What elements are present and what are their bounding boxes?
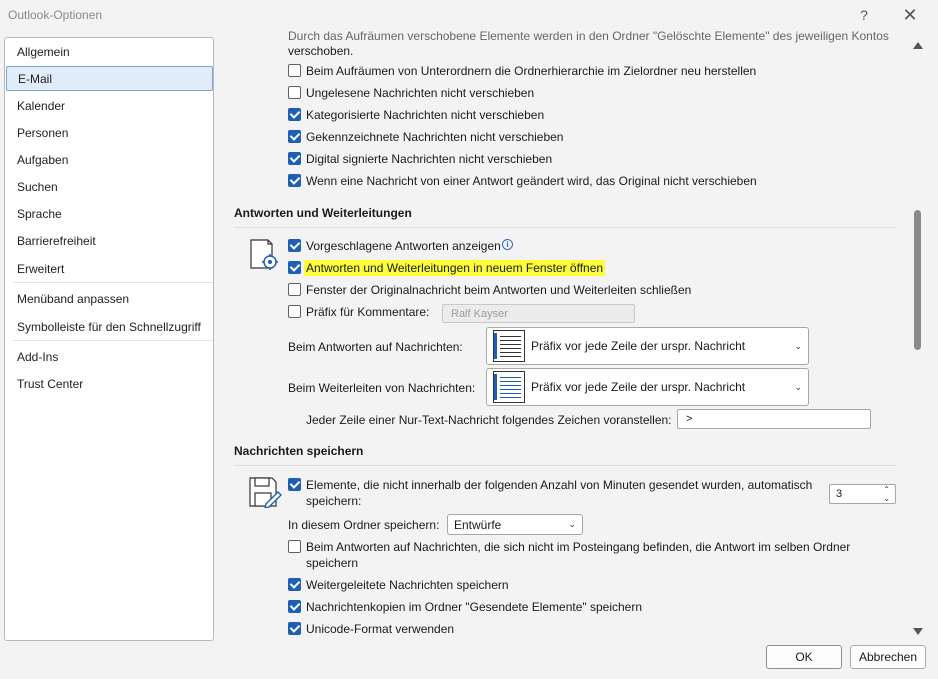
reply-settings-icon bbox=[250, 238, 280, 270]
section-divider bbox=[234, 465, 896, 466]
option-label: Elemente, die nicht innerhalb der folgen… bbox=[306, 478, 813, 492]
option-label: Unicode-Format verwenden bbox=[306, 622, 455, 636]
checkbox-suggested-replies[interactable] bbox=[288, 239, 301, 252]
checkbox-close-original[interactable] bbox=[288, 283, 301, 296]
option-label-cont: speichern: bbox=[306, 494, 362, 508]
option-label: Ungelesene Nachrichten nicht verschieben bbox=[306, 86, 535, 100]
checkbox-save-forwarded[interactable] bbox=[288, 578, 301, 591]
sidebar-item-schnellzugriff[interactable]: Symbolleiste für den Schnellzugriff bbox=[6, 314, 213, 339]
checkbox-autosave[interactable] bbox=[288, 478, 301, 491]
reply-format-label: Beim Antworten auf Nachrichten: bbox=[288, 340, 463, 354]
autosave-minutes-spinner[interactable]: 3 ⌃ ⌄ bbox=[829, 484, 896, 504]
scroll-down-icon[interactable] bbox=[913, 628, 923, 635]
document-format-icon bbox=[493, 330, 525, 362]
section-header-save: Nachrichten speichern bbox=[234, 444, 364, 458]
options-content: Durch das Aufräumen verschobene Elemente… bbox=[222, 30, 908, 642]
scroll-up-icon[interactable] bbox=[913, 42, 923, 49]
sidebar-item-trust-center[interactable]: Trust Center bbox=[6, 371, 213, 396]
option-label: Präfix für Kommentare: bbox=[306, 305, 430, 319]
cleanup-info-text-cont: verschoben. bbox=[288, 44, 354, 58]
category-sidebar: Allgemein E-Mail Kalender Personen Aufga… bbox=[4, 37, 214, 641]
checkbox-unicode[interactable] bbox=[288, 622, 301, 635]
title-bar: Outlook-Optionen ? ✕ bbox=[0, 0, 938, 30]
checkbox-categorized[interactable] bbox=[288, 108, 301, 121]
sidebar-item-suchen[interactable]: Suchen bbox=[6, 174, 213, 199]
option-label: Fenster der Originalnachricht beim Antwo… bbox=[306, 283, 692, 297]
save-folder-label: In diesem Ordner speichern: bbox=[288, 518, 440, 532]
scroll-thumb[interactable] bbox=[914, 210, 921, 350]
vertical-scrollbar[interactable] bbox=[910, 36, 926, 640]
save-folder-dropdown[interactable]: Entwürfe ⌄ bbox=[447, 514, 583, 535]
save-settings-icon bbox=[248, 476, 282, 509]
sidebar-item-aufgaben[interactable]: Aufgaben bbox=[6, 147, 213, 172]
cleanup-info-text: Durch das Aufräumen verschobene Elemente… bbox=[288, 30, 889, 43]
autosave-minutes-value: 3 bbox=[836, 488, 843, 500]
chevron-down-icon: ⌄ bbox=[568, 519, 576, 529]
sidebar-item-email[interactable]: E-Mail bbox=[6, 66, 213, 91]
close-button[interactable]: ✕ bbox=[898, 4, 922, 26]
sidebar-item-personen[interactable]: Personen bbox=[6, 120, 213, 145]
option-label: Vorgeschlagene Antworten anzeigen bbox=[306, 239, 501, 253]
sidebar-item-barrierefreiheit[interactable]: Barrierefreiheit bbox=[6, 228, 213, 253]
checkbox-signed[interactable] bbox=[288, 152, 301, 165]
chevron-down-icon: ⌄ bbox=[794, 340, 802, 351]
checkbox-flagged[interactable] bbox=[288, 130, 301, 143]
comment-prefix-input[interactable]: Ralf Kayser bbox=[442, 304, 635, 323]
window-title: Outlook-Optionen bbox=[8, 8, 103, 22]
sidebar-item-menueband[interactable]: Menüband anpassen bbox=[6, 286, 213, 311]
option-label: Nachrichtenkopien im Ordner "Gesendete E… bbox=[306, 600, 643, 614]
sidebar-divider bbox=[13, 340, 213, 341]
chevron-down-icon: ⌄ bbox=[794, 381, 802, 392]
reply-format-dropdown[interactable]: Präfix vor jede Zeile der urspr. Nachric… bbox=[486, 327, 809, 365]
forward-format-value: Präfix vor jede Zeile der urspr. Nachric… bbox=[531, 380, 746, 394]
option-label: Kategorisierte Nachrichten nicht verschi… bbox=[306, 108, 545, 122]
forward-format-dropdown[interactable]: Präfix vor jede Zeile der urspr. Nachric… bbox=[486, 368, 809, 406]
section-header-replies: Antworten und Weiterleitungen bbox=[234, 206, 412, 220]
sidebar-item-sprache[interactable]: Sprache bbox=[6, 201, 213, 226]
checkbox-modified-original[interactable] bbox=[288, 174, 301, 187]
option-label-highlighted: Antworten und Weiterleitungen in neuem F… bbox=[304, 260, 606, 276]
checkbox-reply-same-folder[interactable] bbox=[288, 540, 301, 553]
sidebar-item-kalender[interactable]: Kalender bbox=[6, 93, 213, 118]
checkbox-save-copies[interactable] bbox=[288, 600, 301, 613]
ok-button[interactable]: OK bbox=[766, 645, 842, 669]
option-label: Weitergeleitete Nachrichten speichern bbox=[306, 578, 509, 592]
document-format-icon bbox=[493, 371, 525, 403]
checkbox-open-new-window[interactable] bbox=[288, 261, 301, 274]
option-label-cont: speichern bbox=[306, 556, 359, 570]
reply-format-value: Präfix vor jede Zeile der urspr. Nachric… bbox=[531, 339, 746, 353]
plain-text-prefix-input[interactable]: > bbox=[677, 409, 871, 429]
save-folder-value: Entwürfe bbox=[454, 517, 502, 532]
checkbox-unread[interactable] bbox=[288, 86, 301, 99]
sidebar-item-erweitert[interactable]: Erweitert bbox=[6, 256, 213, 281]
spinner-arrows-icon[interactable]: ⌃ ⌄ bbox=[883, 485, 890, 503]
checkbox-comment-prefix[interactable] bbox=[288, 305, 301, 318]
help-button[interactable]: ? bbox=[852, 4, 876, 26]
forward-format-label: Beim Weiterleiten von Nachrichten: bbox=[288, 381, 476, 395]
option-label: Beim Antworten auf Nachrichten, die sich… bbox=[306, 540, 851, 554]
option-label: Beim Aufräumen von Unterordnern die Ordn… bbox=[306, 64, 757, 78]
section-divider bbox=[234, 227, 896, 228]
checkbox-restore-hierarchy[interactable] bbox=[288, 64, 301, 77]
cancel-button[interactable]: Abbrechen bbox=[850, 645, 926, 669]
info-icon[interactable]: i bbox=[502, 239, 513, 250]
sidebar-item-allgemein[interactable]: Allgemein bbox=[6, 39, 213, 64]
option-label: Wenn eine Nachricht von einer Antwort ge… bbox=[306, 174, 757, 188]
option-label: Digital signierte Nachrichten nicht vers… bbox=[306, 152, 553, 166]
option-label: Gekennzeichnete Nachrichten nicht versch… bbox=[306, 130, 564, 144]
sidebar-item-addins[interactable]: Add-Ins bbox=[6, 344, 213, 369]
sidebar-divider bbox=[13, 282, 213, 283]
plain-text-prefix-label: Jeder Zeile einer Nur-Text-Nachricht fol… bbox=[306, 413, 672, 427]
